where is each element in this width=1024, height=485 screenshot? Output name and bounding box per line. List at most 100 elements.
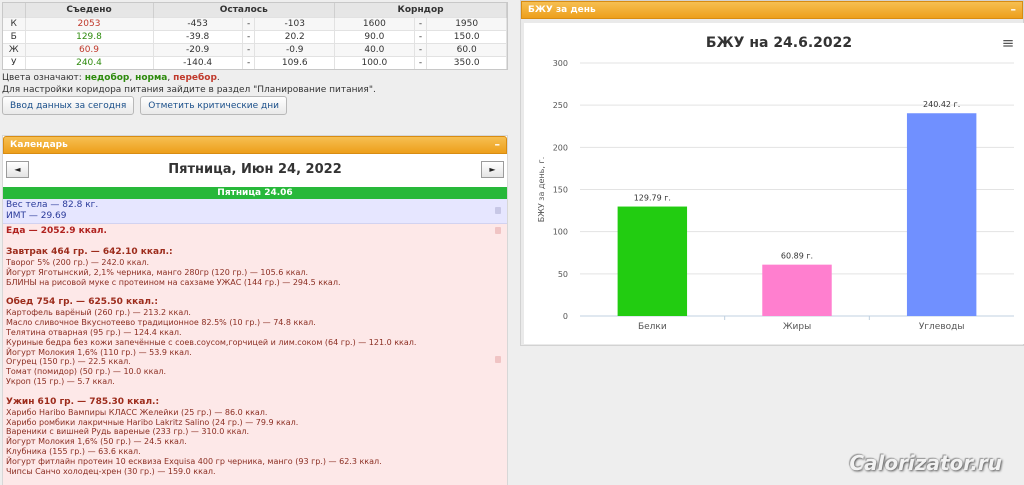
food-item[interactable]: Томат (помидор) (50 гр.) — 10.0 ккал. [6,367,504,377]
food-item[interactable]: БЛИНЫ на рисовой муке с протеином на сах… [6,278,504,288]
x-tick-label: Жиры [783,322,811,332]
food-item[interactable]: Куриные бедра без кожи запечённые с соев… [6,338,504,348]
row-label: Б [3,29,26,43]
food-item[interactable]: Картофель варёный (260 гр.) — 213.2 ккал… [6,308,504,318]
meal-header: Обед 754 гр. — 625.50 ккал.: [6,297,158,308]
remaining-min: -20.9 [153,42,243,56]
y-tick-label: 50 [558,270,568,279]
meal-header: Завтрак 464 гр. — 642.10 ккал.: [6,247,173,257]
calendar-panel-header: Календарь – [3,136,507,154]
food-item[interactable]: Укроп (15 гр.) — 5.7 ккал. [6,377,504,387]
calendar-nav: ◄ Пятница, Июн 24, 2022 ► [3,154,507,183]
remaining-max: 20.2 [254,29,336,43]
corridor-sep: - [414,29,428,43]
legend-under: недобор [84,73,130,83]
remaining-sep: - [242,55,256,69]
mark-critical-days-button[interactable]: Отметить критические дни [140,96,287,115]
summary-row: Ж 60.9 -20.9- -0.9 40.0-60.0 [3,42,507,56]
corridor-min: 100.0 [334,55,415,69]
menu-icon[interactable]: ≡ [1002,34,1015,52]
legend-norm: норма [135,73,168,83]
body-weight: Вес тела — 82.8 кг. [6,200,99,210]
food-item[interactable]: Харибо ромбики лакричные Haribo Lakritz … [6,418,504,428]
bar-2 [762,264,832,316]
food-item[interactable]: Огурец (150 гр.) — 22.5 ккал. [6,357,504,367]
chart-container: БЖУ на 24.6.2022 ≡ 0 50 100 150 200 250 300 БЖУ з… [524,23,1024,344]
eaten-value: 2053 [25,16,154,30]
day-bar[interactable]: Пятница 24.06 [3,187,507,199]
eaten-value: 60.9 [25,42,154,56]
note-icon[interactable] [495,207,501,214]
chart-panel: БЖУ за день – БЖУ на 24.6.2022 ≡ 0 50 100 150… [520,0,1024,346]
header-spacer [3,3,26,17]
food-item[interactable]: Телятина отварная (95 гр.) — 124.4 ккал. [6,328,504,338]
body-metrics: Вес тела — 82.8 кг. ИМТ — 29.69 [3,199,507,224]
remaining-sep: - [242,42,256,56]
nutrition-summary-table: Съедено Осталось Корндор К 2053 -453- -103 1… [2,2,508,70]
meal-header: Ужин 610 гр. — 785.30 ккал.: [6,396,160,407]
y-tick-label: 300 [553,59,568,68]
chart-title: БЖУ на 24.6.2022 [706,35,852,51]
chart-panel-title: БЖУ за день [528,5,596,15]
corridor-max: 150.0 [426,29,507,43]
watermark-logo: Calorizator.ru [849,451,1002,475]
food-item[interactable]: Йогурт Яготынский, 2,1% черника, манго 2… [6,268,504,278]
corridor-min: 40.0 [334,42,415,56]
chart-panel-header: БЖУ за день – [521,1,1023,19]
eaten-value: 240.4 [25,55,154,69]
enter-today-button[interactable]: Ввод данных за сегодня [2,96,135,115]
bmi-value: ИМТ — 29.69 [6,211,67,221]
header-corridor: Корндор [334,3,507,17]
remaining-max: -0.9 [254,42,336,56]
legend-over: перебор [173,73,217,83]
food-item[interactable]: Йогурт Молокия 1,6% (110 гр.) — 53.9 кка… [6,348,504,358]
remaining-min: -140.4 [153,55,243,69]
row-label: К [3,16,26,30]
corridor-sep: - [414,55,428,69]
food-item[interactable]: Йогурт Молокия 1,6% (50 гр.) — 24.5 ккал… [6,437,504,447]
bar-data-label: 60.89 г. [781,252,813,261]
header-eaten: Съедено [25,3,154,17]
bar-data-label: 240.42 г. [923,100,960,109]
note-icon[interactable] [495,227,501,234]
bar-3 [906,113,977,317]
x-tick-label: Белки [638,322,667,332]
meals-list: Завтрак 464 гр. — 642.10 ккал.: Творог 5%… [6,247,504,476]
y-tick-label: 150 [553,186,568,195]
corridor-max: 1950 [426,16,507,30]
minimize-icon[interactable]: – [495,137,501,153]
remaining-max: 109.6 [254,55,336,69]
calendar-panel-title: Календарь [10,140,68,150]
corridor-sep: - [414,42,428,56]
remaining-sep: - [242,29,256,43]
remaining-sep: - [242,16,256,30]
bar-data-label: 129.79 г. [634,194,671,203]
food-item[interactable]: Йогурт фитлайн протеин 10 есквиза Exquis… [6,457,504,467]
minimize-icon[interactable]: – [1011,2,1017,18]
y-tick-label: 0 [563,312,568,321]
action-buttons: Ввод данных за сегодня Отметить критическ… [2,96,293,115]
corridor-sep: - [414,16,428,30]
corridor-min: 1600 [334,16,415,30]
summary-row: У 240.4 -140.4-109.6 100.0-350.0 [3,55,507,69]
food-item[interactable]: Чипсы Санчо холодец-хрен (30 гр.) — 159.… [6,467,504,477]
food-item[interactable]: Вареники с вишней Рудь вареные (233 гр.)… [6,427,504,437]
food-total: Еда — 2052.9 ккал. [6,226,107,236]
food-item[interactable]: Творог 5% (200 гр.) — 242.0 ккал. [6,258,504,268]
corridor-min: 90.0 [334,29,415,43]
calendar-date-title: Пятница, Июн 24, 2022 [168,162,342,177]
food-item[interactable]: Клубника (155 гр.) — 63.6 ккал. [6,447,504,457]
eaten-value: 129.8 [25,29,154,43]
legend-suffix: . [216,73,220,83]
y-axis-label: БЖУ за день, г. [537,157,546,222]
y-tick-label: 100 [553,228,568,237]
color-legend: Цвета означают: недобор, норма, перебор.… [2,72,508,96]
remaining-min: -453 [153,16,243,30]
summary-row: К 2053 -453- -103 1600-1950 [3,16,507,30]
food-item[interactable]: Харибо Haribo Вампиры КЛАСС Желейки (25 … [6,408,504,418]
food-log: Еда — 2052.9 ккал. Завтрак 464 гр. — 642… [3,224,507,485]
note-icon[interactable] [495,356,501,363]
calendar-panel: Календарь – ◄ Пятница, Июн 24, 2022 ► Пя… [2,135,508,485]
food-item[interactable]: Масло сливочное Вкуснотеево традиционное… [6,318,504,328]
next-day-button[interactable]: ► [481,161,504,178]
